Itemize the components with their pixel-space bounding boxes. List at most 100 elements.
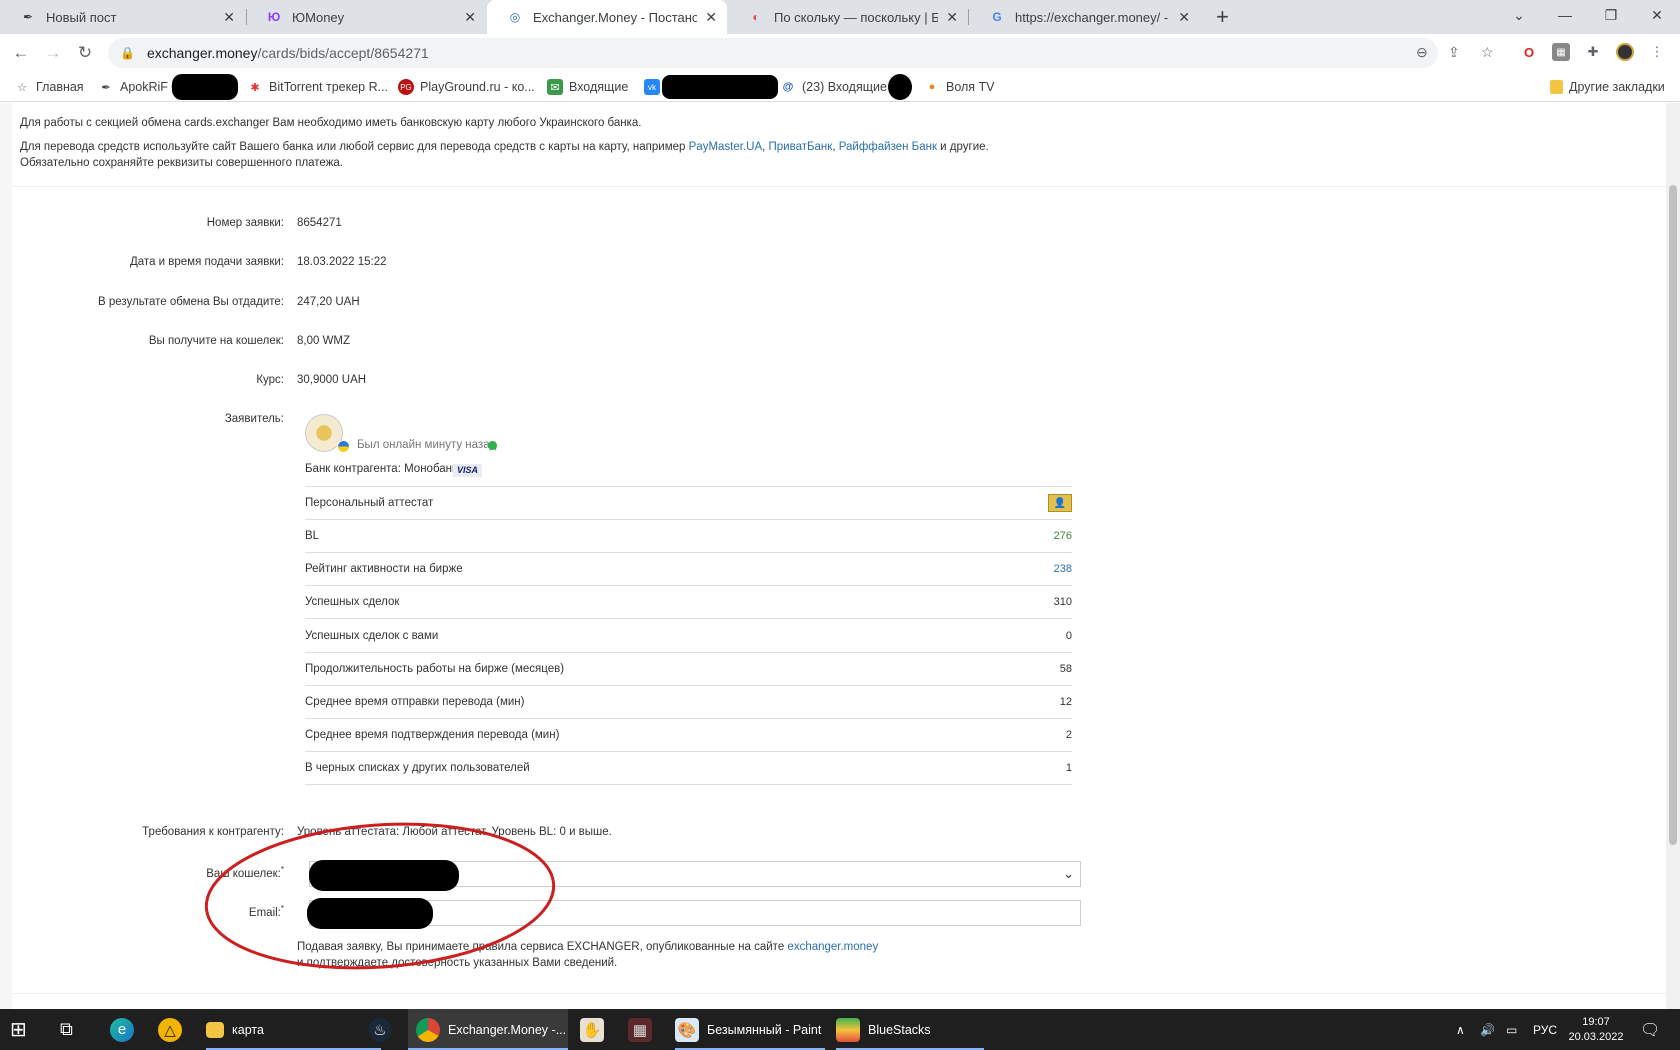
redaction-mark xyxy=(888,74,912,100)
close-icon[interactable]: ✕ xyxy=(223,9,235,26)
warning-app-icon[interactable]: △ xyxy=(158,1009,190,1050)
close-window-icon[interactable]: ✕ xyxy=(1634,0,1680,30)
counterparty-bank: Банк контрагента: Монобанк xyxy=(305,463,458,475)
minimize-icon[interactable]: — xyxy=(1542,0,1588,30)
notice-line-2: Для перевода средств используйте сайт Ва… xyxy=(20,141,989,153)
star-icon: ☆ xyxy=(17,81,27,94)
edge-icon[interactable]: e xyxy=(110,1009,142,1050)
address-bar[interactable]: 🔒 exchanger.money/cards/bids/accept/8654… xyxy=(108,38,1438,68)
bookmark-mailru[interactable]: @ (23) Входящие - xyxy=(780,78,895,96)
url-host: exchanger.money xyxy=(146,45,258,61)
tab-google-search[interactable]: G https://exchanger.money/ - Поис ✕ xyxy=(969,0,1200,34)
tab-blog[interactable]: ◐ По скольку — поскольку | Блог ✕ xyxy=(728,0,968,34)
close-icon[interactable]: ✕ xyxy=(464,9,476,26)
profile-avatar[interactable] xyxy=(1616,43,1634,61)
notice-block: Для работы с секцией обмена cards.exchan… xyxy=(12,103,1666,187)
clock[interactable]: 19:07 20.03.2022 xyxy=(1566,1009,1626,1050)
table-row: Успешных сделок 310 xyxy=(305,586,1072,619)
menu-dots-icon[interactable]: ⋮ xyxy=(1648,43,1666,61)
unknown-app-icon[interactable]: ✋ xyxy=(580,1009,612,1050)
taskbar-app-bluestacks[interactable]: BlueStacks xyxy=(836,1009,984,1050)
taskbar-app-folder[interactable]: карта xyxy=(206,1009,381,1050)
browser-toolbar: ← → ↻ 🔒 exchanger.money/cards/bids/accep… xyxy=(0,34,1680,72)
table-row: В черных списках у других пользователей … xyxy=(305,752,1072,785)
bookmark-volya[interactable]: ● Воля TV xyxy=(924,78,995,96)
ukraine-flag-icon xyxy=(337,440,350,453)
steam-icon[interactable]: ♨ xyxy=(368,1009,400,1050)
content-panel: Для работы с секцией обмена cards.exchan… xyxy=(12,103,1666,1009)
close-icon[interactable]: ✕ xyxy=(705,9,717,26)
bookmark-inbox[interactable]: ✉ Входящие xyxy=(547,78,628,96)
lock-icon[interactable]: 🔒 xyxy=(120,46,135,60)
apokrif-icon: ✒ xyxy=(101,81,111,94)
zoom-icon[interactable]: ⊖ xyxy=(1416,44,1428,61)
rate-label: Курс: xyxy=(256,374,284,386)
exchanger-site-link[interactable]: exchanger.money xyxy=(787,941,878,953)
applicant-label: Заявитель: xyxy=(224,413,284,425)
tray-chevron-icon[interactable]: ∧ xyxy=(1456,1009,1465,1050)
puzzle-icon[interactable]: ✚ xyxy=(1584,43,1602,61)
give-amount-value: 247,20 UAH xyxy=(297,296,360,308)
exchanger-icon: ◎ xyxy=(509,10,521,24)
bookmark-star-icon[interactable]: ☆ xyxy=(1481,44,1494,61)
playground-icon: PG xyxy=(398,79,414,95)
bookmark-playground[interactable]: PG PlayGround.ru - ко... xyxy=(398,78,535,96)
bid-number-label: Номер заявки: xyxy=(206,217,284,229)
network-icon[interactable]: ▭ xyxy=(1506,1009,1517,1050)
tab-exchanger[interactable]: ◎ Exchanger.Money - Постановка ✕ xyxy=(487,0,727,34)
table-row: Среднее время подтверждения перевода (ми… xyxy=(305,719,1072,752)
scrollbar-thumb[interactable] xyxy=(1669,185,1677,845)
volume-icon[interactable]: 🔊 xyxy=(1480,1009,1495,1050)
paymaster-link[interactable]: PayMaster.UA xyxy=(689,141,763,153)
chevron-down-icon: ⌄ xyxy=(1063,866,1074,881)
notifications-icon[interactable]: 🗨 xyxy=(1640,1009,1660,1050)
tab-search-icon[interactable]: ⌄ xyxy=(1496,0,1542,30)
opera-icon[interactable]: O xyxy=(1520,43,1538,61)
google-icon: G xyxy=(992,10,1002,24)
language-indicator[interactable]: РУС xyxy=(1533,1009,1557,1050)
bookmark-apokrif[interactable]: ✒ ApokRiF © xyxy=(98,78,180,96)
game-app-icon[interactable]: ▦ xyxy=(628,1009,660,1050)
yumoney-icon: Ю xyxy=(267,10,281,24)
other-bookmarks[interactable]: Другие закладки xyxy=(1550,78,1665,96)
windows-taskbar: ⊞ ⧉ e △ карта ♨ Exchanger.Money -... ✋ ▦… xyxy=(0,1009,1680,1050)
back-arrow-icon[interactable]: ← xyxy=(8,40,34,66)
taskbar-app-paint[interactable]: 🎨 Безымянный - Paint xyxy=(675,1009,825,1050)
bookmark-bittorrent[interactable]: ✱ BitTorrent трекер R... xyxy=(247,78,388,96)
task-view-icon[interactable]: ⧉ xyxy=(60,1009,73,1050)
table-row: Рейтинг активности на бирже 238 xyxy=(305,553,1072,586)
bookmark-home[interactable]: ☆ Главная xyxy=(14,78,84,96)
forward-arrow-icon[interactable]: → xyxy=(40,40,66,66)
chrome-icon xyxy=(416,1017,440,1042)
bookmarks-bar: ☆ Главная ✒ ApokRiF © ✱ BitTorrent треке… xyxy=(0,72,1680,102)
table-row: Успешных сделок с вами 0 xyxy=(305,620,1072,653)
taskbar-app-chrome[interactable]: Exchanger.Money -... xyxy=(408,1009,568,1050)
page-viewport: Для работы с секцией обмена cards.exchan… xyxy=(0,103,1680,1009)
new-tab-button[interactable]: + xyxy=(1216,4,1229,30)
reload-icon[interactable]: ↻ xyxy=(72,40,98,66)
tab-bar: ✒ Новый пост ✕ Ю ЮMoney ✕ ◎ Exchanger.Mo… xyxy=(0,0,1680,34)
give-amount-label: В результате обмена Вы отдадите: xyxy=(98,296,284,308)
mailru-icon: @ xyxy=(782,81,794,93)
tab-yumoney[interactable]: Ю ЮMoney ✕ xyxy=(246,0,486,34)
share-icon[interactable]: ⇪ xyxy=(1448,44,1460,61)
privatbank-link[interactable]: ПриватБанк xyxy=(769,141,833,153)
redaction-mark xyxy=(662,75,778,99)
table-row: Персональный аттестат 👤 xyxy=(305,487,1072,520)
table-row: Продолжительность работы на бирже (месяц… xyxy=(305,653,1072,686)
online-dot-icon xyxy=(488,441,497,450)
table-row: Среднее время отправки перевода (мин) 12 xyxy=(305,686,1072,719)
start-button[interactable]: ⊞ xyxy=(10,1009,27,1050)
page-scrollbar[interactable] xyxy=(1666,103,1680,1009)
maximize-icon[interactable]: ❐ xyxy=(1588,0,1634,30)
close-icon[interactable]: ✕ xyxy=(946,9,958,26)
tab-new-post[interactable]: ✒ Новый пост ✕ xyxy=(0,0,245,34)
visa-badge: VISA xyxy=(453,464,483,477)
table-row: BL 276 xyxy=(305,520,1072,553)
close-icon[interactable]: ✕ xyxy=(1178,9,1190,26)
extension-icon[interactable]: ▦ xyxy=(1552,43,1570,61)
raiffeisen-link[interactable]: Райффайзен Банк xyxy=(839,141,937,153)
certificate-badge-icon[interactable]: 👤 xyxy=(1048,494,1072,512)
rate-value[interactable]: 30,9000 UAH xyxy=(297,374,366,386)
receive-amount-label: Вы получите на кошелек: xyxy=(148,335,284,347)
